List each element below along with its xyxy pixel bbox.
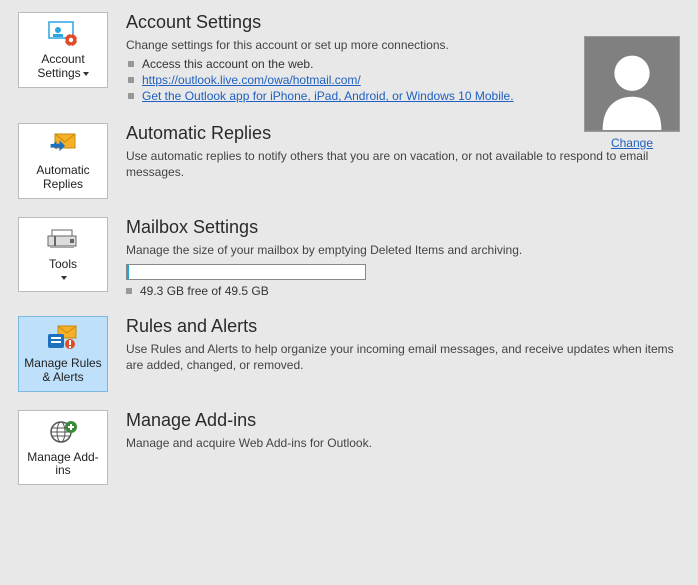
tile-label: Tools: [49, 258, 77, 286]
section-description: Use automatic replies to notify others t…: [126, 148, 680, 180]
tile-label: Account Settings: [21, 53, 105, 81]
rules-alerts-icon: [46, 323, 80, 353]
automatic-replies-icon: [46, 130, 80, 160]
chevron-down-icon: [83, 72, 89, 76]
section-heading: Rules and Alerts: [126, 316, 680, 337]
tools-tile[interactable]: Tools: [18, 217, 108, 293]
manage-rules-alerts-tile[interactable]: Manage Rules & Alerts: [18, 316, 108, 392]
section-description: Use Rules and Alerts to help organize yo…: [126, 341, 680, 373]
owa-link[interactable]: https://outlook.live.com/owa/hotmail.com…: [142, 73, 361, 87]
section-description: Manage the size of your mailbox by empty…: [126, 242, 680, 258]
section-heading: Manage Add-ins: [126, 410, 680, 431]
tools-icon: [46, 224, 80, 254]
tile-label: Automatic Replies: [21, 164, 105, 192]
section-heading: Mailbox Settings: [126, 217, 680, 238]
automatic-replies-tile[interactable]: Automatic Replies: [18, 123, 108, 199]
chevron-down-icon: [61, 276, 67, 280]
storage-free-text: 49.3 GB free of 49.5 GB: [126, 284, 680, 298]
account-settings-tile[interactable]: Account Settings: [18, 12, 108, 88]
manage-addins-tile[interactable]: Manage Add-ins: [18, 410, 108, 486]
storage-progress: [126, 264, 366, 280]
section-heading: Automatic Replies: [126, 123, 680, 144]
mobile-app-link[interactable]: Get the Outlook app for iPhone, iPad, An…: [142, 89, 514, 103]
storage-progress-fill: [127, 265, 129, 279]
addins-icon: [46, 417, 80, 447]
tile-label: Manage Add-ins: [21, 451, 105, 479]
account-settings-icon: [46, 19, 80, 49]
section-description: Manage and acquire Web Add-ins for Outlo…: [126, 435, 680, 451]
tile-label: Manage Rules & Alerts: [21, 357, 105, 385]
section-heading: Account Settings: [126, 12, 680, 33]
account-avatar: [584, 36, 680, 132]
